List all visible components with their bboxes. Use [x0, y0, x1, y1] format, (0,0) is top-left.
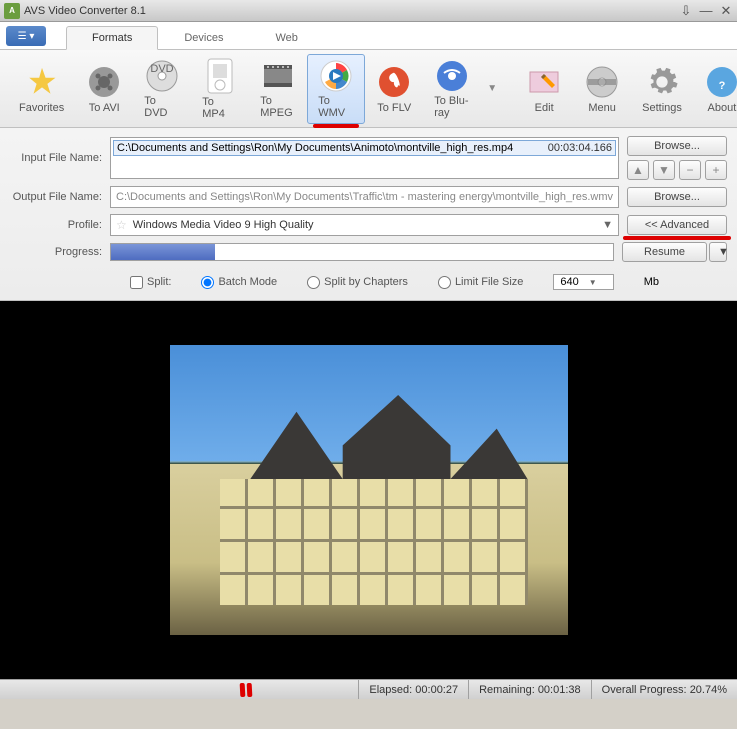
minimize-icon[interactable]: — [699, 4, 713, 18]
chevron-down-icon: ▼ [589, 278, 597, 287]
app-icon: A [4, 3, 20, 19]
menu-button[interactable]: Menu [573, 54, 631, 124]
mp4-icon [202, 58, 238, 94]
input-file-list[interactable]: C:\Documents and Settings\Ron\My Documen… [110, 137, 619, 179]
mb-label: Mb [644, 276, 659, 288]
toolbar: Favorites To AVI DVD To DVD To MP4 To MP… [0, 50, 737, 128]
to-wmv-button[interactable]: To WMV [307, 54, 365, 124]
progress-label: Progress: [10, 246, 110, 258]
resume-button[interactable]: Resume [622, 242, 707, 262]
input-file-item[interactable]: C:\Documents and Settings\Ron\My Documen… [113, 140, 616, 156]
profile-select[interactable]: ☆ Windows Media Video 9 High Quality ▼ [110, 214, 619, 236]
to-dvd-button[interactable]: DVD To DVD [133, 54, 191, 124]
preview-content [220, 395, 528, 605]
window-title: AVS Video Converter 8.1 [24, 5, 679, 17]
browse-output-button[interactable]: Browse... [627, 187, 727, 207]
to-avi-button[interactable]: To AVI [75, 54, 133, 124]
batch-mode-radio[interactable]: Batch Mode [201, 276, 277, 289]
svg-text:?: ? [719, 80, 726, 92]
favorites-button[interactable]: Favorites [8, 54, 75, 124]
ribbon-tabs: ☰ ▾ Formats Devices Web [0, 22, 737, 50]
tab-formats[interactable]: Formats [66, 26, 158, 50]
split-chapters-radio[interactable]: Split by Chapters [307, 276, 408, 289]
to-mp4-button[interactable]: To MP4 [191, 54, 249, 124]
wmv-icon [318, 59, 354, 93]
move-down-button[interactable]: ▼ [653, 160, 675, 180]
dvd-icon: DVD [144, 59, 180, 93]
status-elapsed: Elapsed: 00:00:27 [358, 680, 468, 699]
split-checkbox[interactable]: Split: [130, 276, 171, 289]
tab-devices[interactable]: Devices [158, 26, 249, 49]
status-overall: Overall Progress: 20.74% [591, 680, 737, 699]
settings-button[interactable]: Settings [631, 54, 693, 124]
menu-icon [584, 64, 620, 100]
red-underline [623, 236, 731, 240]
pause-icon [240, 683, 252, 697]
split-options: Split: Batch Mode Split by Chapters Limi… [10, 268, 727, 292]
favorite-star-icon[interactable]: ☆ [116, 218, 127, 232]
limit-size-radio[interactable]: Limit File Size [438, 276, 523, 289]
video-preview [0, 301, 737, 679]
progress-fill [111, 244, 215, 260]
video-frame [170, 345, 568, 635]
chevron-down-icon[interactable]: ▼ [602, 219, 613, 231]
browse-input-button[interactable]: Browse... [627, 136, 727, 156]
svg-text:DVD: DVD [151, 63, 174, 75]
form-area: Input File Name: C:\Documents and Settin… [0, 128, 737, 301]
output-file-input[interactable] [110, 186, 619, 208]
profile-value: Windows Media Video 9 High Quality [133, 219, 602, 231]
add-file-button[interactable]: + [705, 160, 727, 180]
resume-dropdown[interactable]: ▼ [709, 242, 727, 262]
close-icon[interactable]: ✕ [719, 4, 733, 18]
progress-bar [110, 243, 614, 261]
status-bar: Elapsed: 00:00:27 Remaining: 00:01:38 Ov… [0, 679, 737, 699]
red-underline [313, 124, 359, 128]
tab-web[interactable]: Web [249, 26, 323, 49]
status-remaining: Remaining: 00:01:38 [468, 680, 591, 699]
input-file-path: C:\Documents and Settings\Ron\My Documen… [117, 142, 513, 154]
remove-file-button[interactable]: − [679, 160, 701, 180]
titlebar: A AVS Video Converter 8.1 ⇩ — ✕ [0, 0, 737, 22]
system-menu[interactable]: ☰ ▾ [6, 26, 46, 46]
advanced-button[interactable]: << Advanced [627, 215, 727, 235]
to-flv-button[interactable]: To FLV [365, 54, 423, 124]
input-file-duration: 00:03:04.166 [548, 142, 612, 154]
help-icon: ? [704, 64, 737, 100]
edit-icon [526, 64, 562, 100]
pin-icon[interactable]: ⇩ [679, 4, 693, 18]
output-file-label: Output File Name: [10, 191, 110, 203]
to-bluray-button[interactable]: To Blu-ray [423, 54, 481, 124]
toolbar-more-arrow[interactable]: ▼ [481, 83, 503, 94]
profile-label: Profile: [10, 219, 110, 231]
star-icon [24, 64, 60, 100]
to-mpeg-button[interactable]: To MPEG [249, 54, 307, 124]
bluray-icon [434, 59, 470, 93]
move-up-button[interactable]: ▲ [627, 160, 649, 180]
size-select[interactable]: 640▼ [553, 274, 613, 290]
flv-icon [376, 64, 412, 100]
gear-icon [644, 64, 680, 100]
edit-button[interactable]: Edit [515, 54, 573, 124]
input-file-label: Input File Name: [10, 152, 110, 164]
avi-icon [86, 64, 122, 100]
mpeg-icon [260, 59, 296, 93]
about-button[interactable]: ? About [693, 54, 737, 124]
